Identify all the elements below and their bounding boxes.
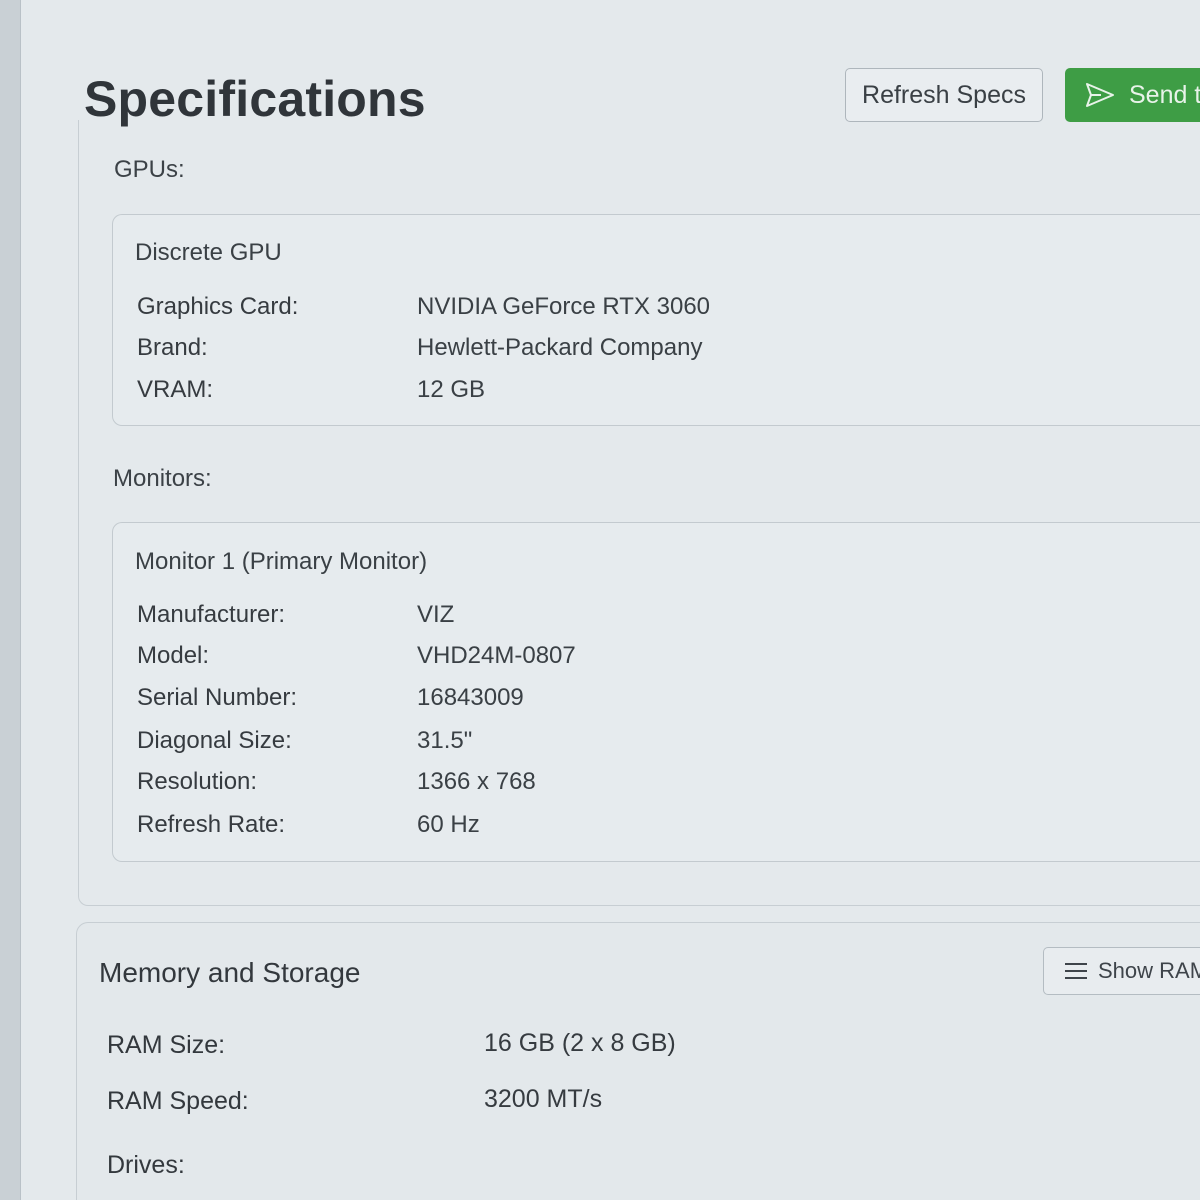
gpus-section-label: GPUs: — [114, 156, 185, 183]
memory-storage-card: Memory and Storage Show RAM RAM Size: 16… — [76, 922, 1200, 1200]
show-ram-label: Show RAM — [1098, 958, 1200, 983]
manufacturer-value: VIZ — [417, 601, 455, 628]
refresh-specs-label: Refresh Specs — [862, 80, 1026, 109]
refresh-specs-button[interactable]: Refresh Specs — [845, 68, 1043, 122]
ram-size-label: RAM Size: — [107, 1031, 226, 1059]
brand-value: Hewlett-Packard Company — [417, 334, 703, 361]
model-value: VHD24M-0807 — [417, 642, 576, 669]
diagonal-size-value: 31.5" — [417, 727, 473, 754]
ram-speed-label: RAM Speed: — [107, 1087, 249, 1115]
resolution-value: 1366 x 768 — [417, 768, 536, 795]
drives-label: Drives: — [107, 1151, 185, 1179]
ram-size-value: 16 GB (2 x 8 GB) — [484, 1029, 676, 1057]
gpu-card-title: Discrete GPU — [135, 239, 282, 266]
send-button[interactable]: Send t — [1065, 68, 1200, 122]
memory-storage-title: Memory and Storage — [99, 957, 361, 988]
monitor-card: Monitor 1 (Primary Monitor) Manufacturer… — [112, 522, 1200, 862]
show-ram-button[interactable]: Show RAM — [1043, 947, 1200, 995]
send-button-label: Send t — [1129, 80, 1200, 109]
monitor-card-title: Monitor 1 (Primary Monitor) — [135, 548, 428, 575]
serial-number-label: Serial Number: — [137, 684, 298, 711]
brand-label: Brand: — [137, 334, 208, 361]
gpu-card: Discrete GPU Graphics Card: NVIDIA GeFor… — [112, 214, 1200, 426]
serial-number-value: 16843009 — [417, 684, 524, 711]
monitors-section-label: Monitors: — [113, 465, 212, 492]
graphics-card-value: NVIDIA GeForce RTX 3060 — [417, 293, 711, 320]
window-left-edge — [0, 0, 21, 1200]
list-icon — [1065, 963, 1087, 979]
ram-speed-value: 3200 MT/s — [484, 1085, 603, 1113]
refresh-rate-value: 60 Hz — [417, 811, 480, 838]
specifications-page: Specifications Refresh Specs Send t GPUs… — [0, 0, 1200, 1200]
model-label: Model: — [137, 642, 210, 669]
graphics-card-label: Graphics Card: — [137, 293, 299, 320]
diagonal-size-label: Diagonal Size: — [137, 727, 292, 754]
vram-label: VRAM: — [137, 376, 214, 403]
resolution-label: Resolution: — [137, 768, 258, 795]
manufacturer-label: Manufacturer: — [137, 601, 286, 628]
refresh-rate-label: Refresh Rate: — [137, 811, 286, 838]
vram-value: 12 GB — [417, 376, 486, 403]
send-icon — [1086, 83, 1114, 107]
